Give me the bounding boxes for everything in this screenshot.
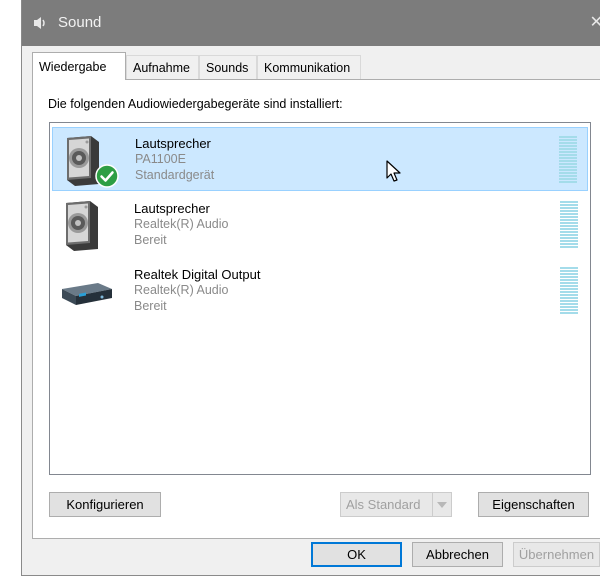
speaker-icon <box>34 17 45 29</box>
device-description: PA1100E <box>135 152 186 166</box>
device-name: Realtek Digital Output <box>134 267 261 282</box>
list-item-device[interactable]: Lautsprecher PA1100E Standardgerät <box>52 127 588 191</box>
set-default-button[interactable]: Als Standard <box>340 492 452 517</box>
title-bar[interactable]: Sound ✕ <box>22 0 600 46</box>
window-title: Sound <box>58 14 102 31</box>
level-meter <box>560 267 578 315</box>
level-meter <box>559 136 577 184</box>
list-item-device[interactable]: Lautsprecher Realtek(R) Audio Bereit <box>52 193 588 257</box>
mouse-cursor-icon <box>386 160 401 182</box>
device-name: Lautsprecher <box>134 201 210 216</box>
configure-button[interactable]: Konfigurieren <box>49 492 161 517</box>
device-list[interactable]: Lautsprecher PA1100E Standardgerät Lauts… <box>49 122 591 475</box>
digital-output-icon <box>62 283 112 305</box>
device-status: Standardgerät <box>135 168 215 182</box>
device-description: Realtek(R) Audio <box>134 283 229 297</box>
device-status: Bereit <box>134 299 167 313</box>
chevron-down-icon[interactable] <box>432 493 451 516</box>
ok-button[interactable]: OK <box>311 542 402 567</box>
level-meter <box>560 201 578 249</box>
device-status: Bereit <box>134 233 167 247</box>
properties-button[interactable]: Eigenschaften <box>478 492 589 517</box>
cancel-button[interactable]: Abbrechen <box>412 542 503 567</box>
close-icon[interactable]: ✕ <box>590 12 600 32</box>
check-badge-icon <box>95 164 119 188</box>
set-default-label: Als Standard <box>346 497 421 512</box>
tab-wiedergabe[interactable]: Wiedergabe <box>32 52 126 80</box>
speaker-icon <box>66 201 98 251</box>
apply-button[interactable]: Übernehmen <box>513 542 600 567</box>
tab-kommunikation[interactable]: Kommunikation <box>257 55 361 79</box>
list-item-device[interactable]: Realtek Digital Output Realtek(R) Audio … <box>52 259 588 323</box>
device-description: Realtek(R) Audio <box>134 217 229 231</box>
tab-aufnahme[interactable]: Aufnahme <box>126 55 199 79</box>
device-name: Lautsprecher <box>135 136 211 151</box>
sound-dialog: Sound ✕ Wiedergabe Aufnahme Sounds Kommu… <box>21 0 600 576</box>
instruction-text: Die folgenden Audiowiedergabegeräte sind… <box>48 97 343 111</box>
tab-sounds[interactable]: Sounds <box>199 55 257 79</box>
